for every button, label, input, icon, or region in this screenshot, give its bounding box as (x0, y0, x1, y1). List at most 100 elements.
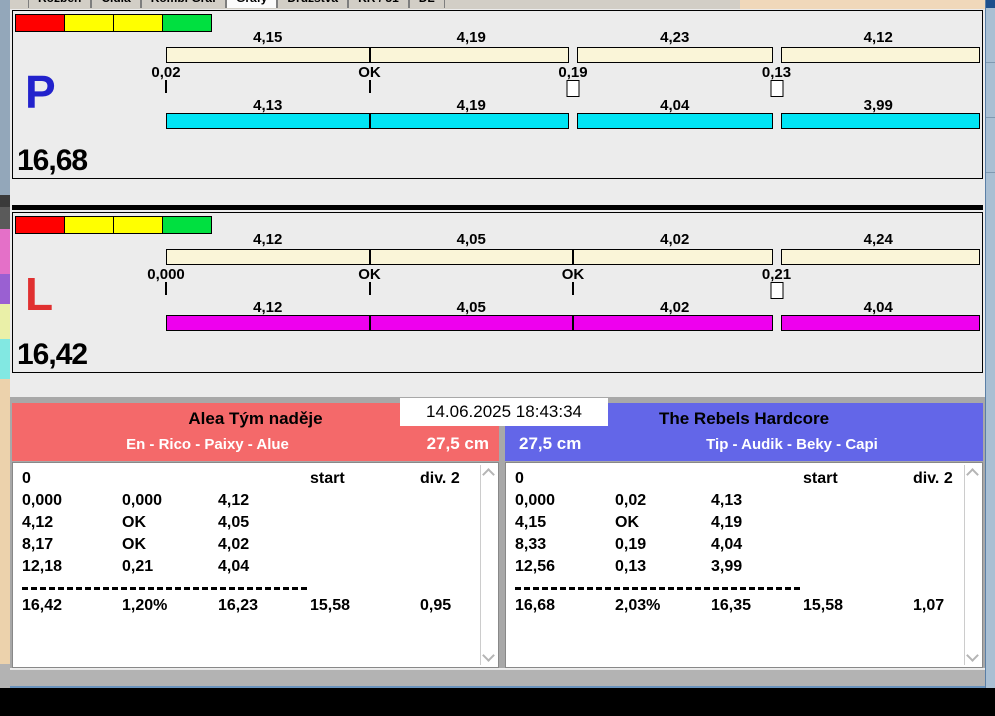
tab-dl[interactable]: DL (408, 0, 445, 8)
table-row: 12,56 0,13 3,99 (515, 558, 743, 575)
tick-label: 0,21 (761, 266, 792, 283)
indicator-yellow (64, 14, 114, 32)
indicator-red (15, 216, 65, 234)
tab-kr-51[interactable]: KR / 51 (348, 0, 409, 8)
lane-total: 16,68 (17, 144, 88, 177)
lane-panel-l: L 4,12 4,05 4,02 4,24 0,000 OK OK 0,21 4… (12, 212, 983, 373)
segment-value: 4,15 (253, 29, 283, 46)
lane-tick-labels: 0,02 OK 0,19 0,13 (151, 64, 980, 81)
table-row: 12,18 0,21 4,04 (22, 558, 250, 575)
table-header-row: 0 start div. 2 (515, 468, 960, 490)
indicator-yellow (64, 216, 114, 234)
tick-mark (165, 282, 167, 295)
team-table-left: 0 start div. 2 0,000 0,000 4,12 4,12 OK 4,05… (12, 462, 499, 668)
indicator-yellow (113, 216, 163, 234)
tick-mark (368, 282, 371, 295)
tick-label: 0,13 (761, 64, 792, 81)
lane-top-bar (166, 249, 980, 265)
lane-divider (12, 205, 983, 210)
segment-value: 4,05 (456, 231, 486, 248)
tab-bar: Rozbeh Cidla Kombi Graf Grafy Družstva K… (10, 0, 740, 9)
table-row: 0,000 0,000 4,12 (22, 492, 250, 509)
teams-section: Alea Tým naděje En - Rico - Paixy - Alue… (10, 397, 985, 668)
tick-label: 0,000 (147, 266, 185, 283)
lane-letter: P (25, 66, 56, 118)
lane-bottom-values: 4,13 4,19 4,04 3,99 (166, 97, 980, 114)
lane-tick-labels: 0,000 OK OK 0,21 (147, 266, 980, 283)
timestamp: 14.06.2025 18:43:34 (400, 398, 608, 426)
segment-value: 4,05 (456, 299, 486, 316)
deviation-checkbox[interactable] (770, 282, 783, 299)
lane-letter: L (25, 268, 54, 320)
lane-bottom-bar (166, 113, 980, 129)
col-header: start (310, 470, 345, 487)
lane-tick-marks (165, 80, 980, 97)
team-table-right: 0 start div. 2 0,000 0,02 4,13 4,15 OK 4,19 … (505, 462, 983, 668)
team-players: Tip - Audik - Beky - Capi (706, 435, 878, 453)
lane-panel-p: P 4,15 4,19 4,23 4,12 0,02 OK 0,19 0,13 (12, 10, 983, 179)
col-header: div. 2 (913, 470, 953, 487)
tick-mark (165, 80, 167, 93)
tick-mark (572, 282, 574, 295)
scroll-up-icon[interactable] (482, 468, 495, 481)
tab-druzstva[interactable]: Družstva (277, 0, 349, 8)
distance-value: 27,5 cm (519, 434, 582, 453)
tick-label: 0,02 (151, 64, 181, 81)
totals-separator (22, 587, 307, 590)
deviation-checkbox[interactable] (566, 80, 580, 97)
lane-bottom-bar (166, 315, 980, 331)
tab-bar-spacer (740, 0, 985, 9)
col-header: start (803, 470, 838, 487)
lane-bottom-values: 4,12 4,05 4,02 4,04 (166, 299, 980, 316)
scrollbar-vertical[interactable] (480, 465, 496, 665)
col-header: div. 2 (420, 470, 460, 487)
scroll-down-icon[interactable] (966, 649, 979, 662)
indicator-red (15, 14, 65, 32)
table-row: 8,33 0,19 4,04 (515, 536, 743, 553)
scroll-down-icon[interactable] (482, 649, 495, 662)
segment-value: 4,24 (863, 231, 893, 248)
segment-value: 4,04 (863, 299, 893, 316)
tab-grafy[interactable]: Grafy (226, 0, 278, 8)
lane-tick-marks (165, 282, 980, 299)
status-bar (10, 669, 985, 688)
totals-separator (515, 587, 800, 590)
team-players: En - Rico - Paixy - Alue (126, 435, 289, 453)
tab-rozbeh[interactable]: Rozbeh (28, 0, 92, 8)
segment-value: 4,23 (660, 29, 690, 46)
tick-label: 0,19 (558, 64, 588, 81)
main-panel: Rozbeh Cidla Kombi Graf Grafy Družstva K… (10, 0, 985, 688)
tab-kombi-graf[interactable]: Kombi Graf (140, 0, 227, 8)
lane-total: 16,42 (17, 338, 88, 371)
lane-top-bar (166, 47, 980, 63)
tab-cidla[interactable]: Cidla (91, 0, 141, 8)
table-row: 8,17 OK 4,02 (22, 536, 250, 553)
segment-value: 4,12 (863, 29, 893, 46)
tick-mark (368, 80, 371, 93)
segment-value: 4,02 (660, 299, 690, 316)
app-window: Rozbeh Cidla Kombi Graf Grafy Družstva K… (0, 0, 995, 716)
segment-value: 4,12 (253, 299, 283, 316)
segment-value: 4,02 (660, 231, 690, 248)
background-window-left-edge (0, 0, 10, 688)
table-row: 0,000 0,02 4,13 (515, 492, 743, 509)
segment-value: 4,19 (456, 97, 486, 114)
tick-label: OK (358, 266, 381, 283)
tick-label: OK (561, 266, 585, 283)
lane-top-values: 4,12 4,05 4,02 4,24 (166, 231, 980, 248)
totals-row: 16,42 1,20% 16,23 15,58 0,95 (22, 597, 452, 614)
table-row: 4,12 OK 4,05 (22, 514, 250, 531)
scroll-up-icon[interactable] (966, 468, 979, 481)
tick-label: OK (358, 64, 381, 81)
table-row: 4,15 OK 4,19 (515, 514, 743, 531)
totals-row: 16,68 2,03% 16,35 15,58 1,07 (515, 597, 945, 614)
segment-value: 4,19 (456, 29, 486, 46)
segment-value: 4,12 (253, 231, 283, 248)
segment-value: 4,13 (253, 97, 283, 114)
indicator-yellow (113, 14, 163, 32)
scrollbar-vertical[interactable] (964, 465, 980, 665)
table-header-row: 0 start div. 2 (22, 468, 476, 490)
deviation-checkbox[interactable] (770, 80, 783, 97)
lane-top-values: 4,15 4,19 4,23 4,12 (166, 29, 980, 46)
col-header: 0 (22, 470, 31, 487)
